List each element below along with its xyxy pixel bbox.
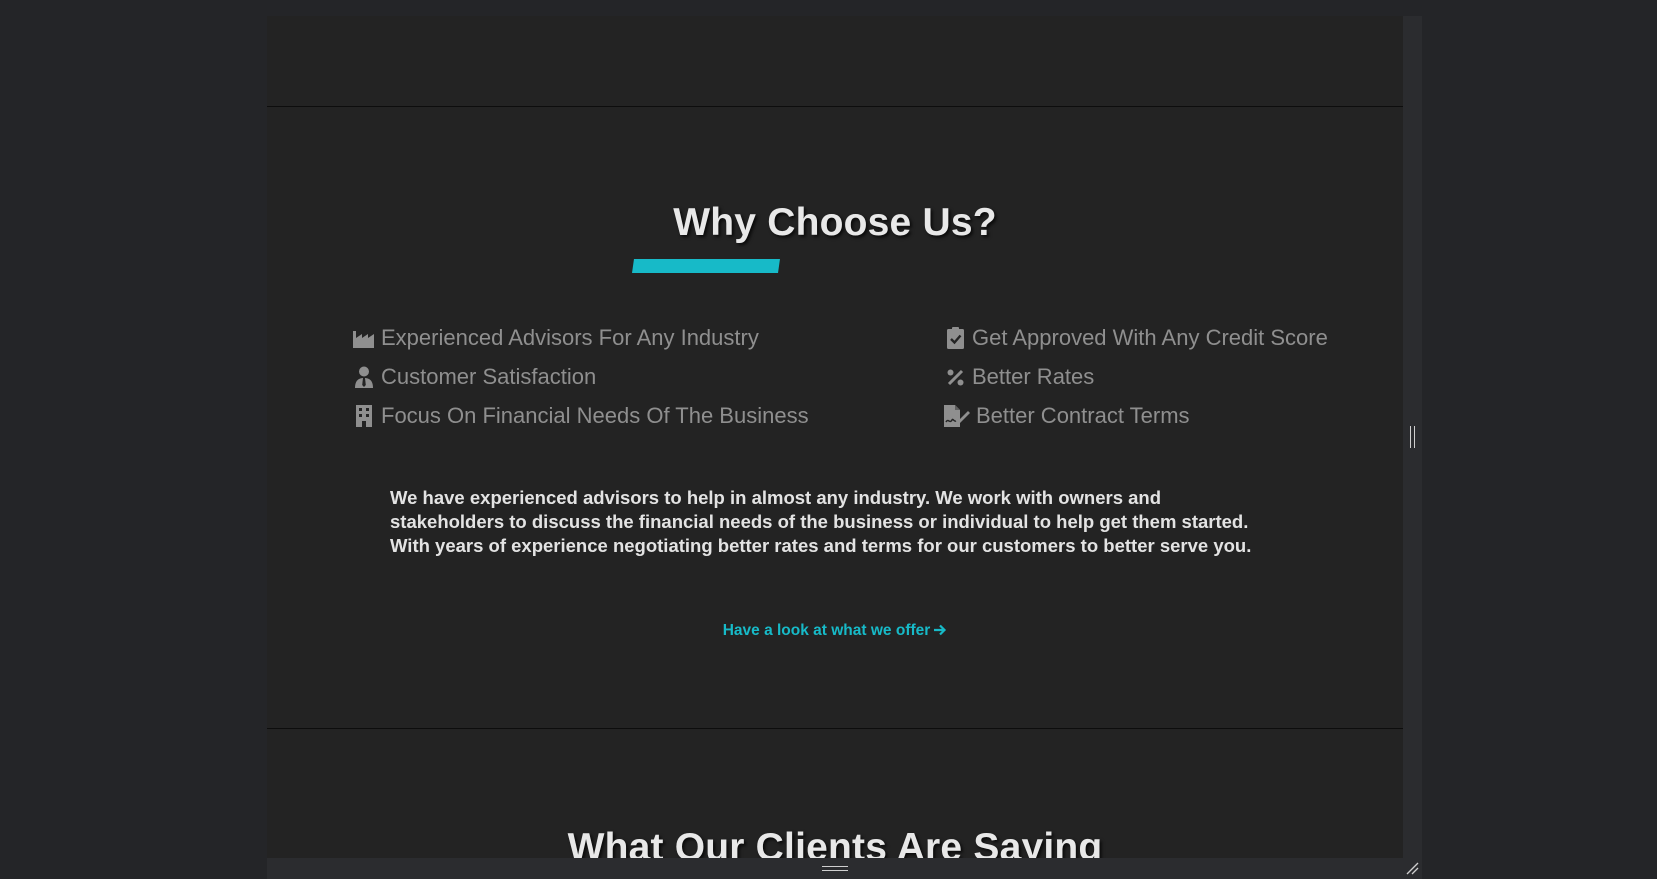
feature-label: Better Rates (972, 364, 1095, 389)
section-divider-top (267, 106, 1403, 107)
why-choose-us-title: Why Choose Us? (673, 201, 997, 244)
feature-label: Customer Satisfaction (381, 364, 597, 389)
feature-focus-financial-needs: Focus On Financial Needs Of The Business (352, 403, 809, 429)
title-accent-underline (632, 259, 780, 273)
file-signature-icon (943, 405, 971, 427)
vertical-scroll-grip-icon[interactable] (1410, 426, 1415, 448)
feature-label: Experienced Advisors For Any Industry (381, 325, 759, 350)
horizontal-scroll-grip-icon[interactable] (822, 866, 848, 871)
arrow-right-icon (933, 623, 947, 642)
feature-label: Get Approved With Any Credit Score (972, 325, 1328, 350)
offer-link-label: Have a look at what we offer (722, 622, 931, 639)
section-divider-bottom (267, 728, 1403, 729)
feature-label: Better Contract Terms (976, 403, 1190, 428)
clipboard-check-icon (943, 327, 967, 349)
feature-label: Focus On Financial Needs Of The Business (381, 403, 809, 428)
description-line-1: We have experienced advisors to help in … (390, 487, 1162, 508)
feature-get-approved: Get Approved With Any Credit Score (943, 325, 1328, 351)
clients-section-title: What Our Clients Are Saying (567, 826, 1103, 858)
percent-icon (943, 366, 967, 388)
feature-better-contract-terms: Better Contract Terms (943, 403, 1190, 429)
offer-link[interactable]: Have a look at what we offer (267, 622, 1403, 642)
feature-experienced-advisors: Experienced Advisors For Any Industry (352, 325, 759, 351)
page-content: Why Choose Us? Experienced Advisors For … (267, 16, 1403, 858)
resize-handle-icon[interactable] (1405, 861, 1419, 875)
feature-better-rates: Better Rates (943, 364, 1094, 390)
why-description: We have experienced advisors to help in … (390, 486, 1290, 558)
description-line-2: stakeholders to discuss the financial ne… (390, 511, 1249, 532)
description-line-3: With years of experience negotiating bet… (390, 535, 1252, 556)
user-tie-icon (352, 366, 376, 388)
feature-customer-satisfaction: Customer Satisfaction (352, 364, 596, 390)
industry-icon (352, 327, 376, 349)
embedded-page-viewport: Why Choose Us? Experienced Advisors For … (267, 16, 1422, 879)
building-icon (352, 405, 376, 427)
